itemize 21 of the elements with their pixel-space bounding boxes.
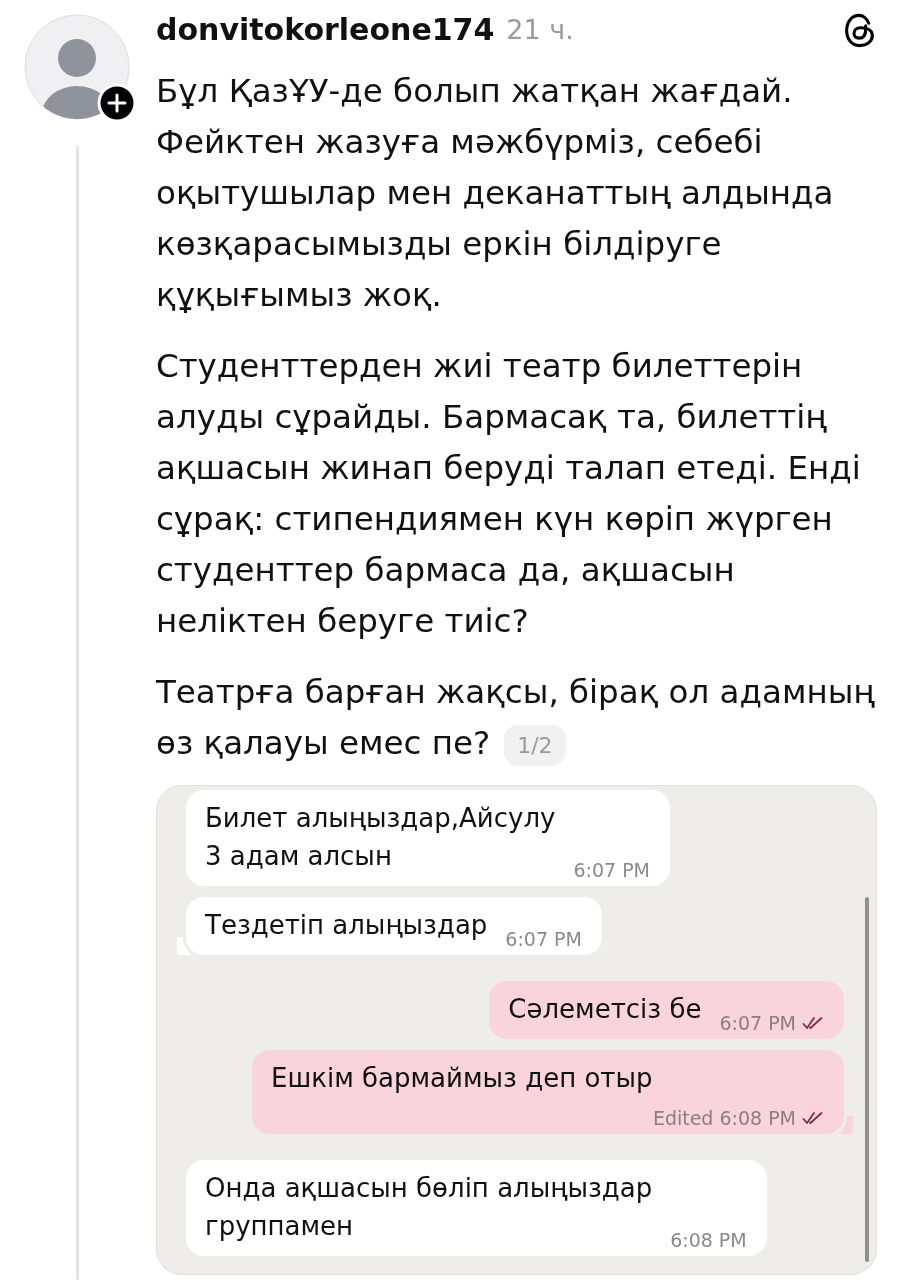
message-time: 6:07 PM xyxy=(505,928,582,950)
scrollbar[interactable] xyxy=(865,897,869,1262)
page-counter: 1/2 xyxy=(504,724,566,766)
message-time: 6:07 PM xyxy=(573,859,650,881)
message-time: 6:08 PM xyxy=(719,1107,796,1129)
logo-icon[interactable] xyxy=(843,11,876,49)
message-time: 6:07 PM xyxy=(719,1012,796,1034)
message-text: Онда ақшасын бөліп алыңыздар группамен xyxy=(205,1172,653,1243)
message-time: 6:08 PM xyxy=(670,1229,747,1251)
post-paragraph: Театрға барған жақсы, бірақ ол адамның өз қалауы емес пе? 1/2 xyxy=(156,667,875,769)
avatar-icon xyxy=(24,14,130,120)
username[interactable]: donvitokorleone174 xyxy=(156,10,495,50)
post-paragraph: Бұл ҚазҰУ-де болып жатқан жағдай. Фейктен жазуға мәжбүрміз, себебі оқытушылар мен деканаттың алдында көзқарасымызды еркін білдіруге құқығымыз жоқ. xyxy=(156,71,834,316)
post-time: 21 ч. xyxy=(506,13,574,47)
message-text: Сәлеметсіз бе xyxy=(508,993,702,1026)
edited-label: Edited xyxy=(652,1107,714,1129)
plus-icon[interactable] xyxy=(97,83,137,123)
message-text: Билет алыңыздар,Айсулу 3 адам алсын xyxy=(205,802,556,873)
message-text: Тездетіп алыңыздар xyxy=(205,909,488,942)
post-paragraph: Студенттерден жиі театр билеттерін алуды сұрайды. Бармасақ та, билеттің ақшасын жинап беруді талап етеді. Енді сұрақ: стипендиямен күн көріп жүрген студенттер бармаса да, ақшасын неліктен беруге тиіс? xyxy=(156,346,861,642)
message-text: Ешкім бармаймыз деп отыр xyxy=(271,1062,653,1095)
